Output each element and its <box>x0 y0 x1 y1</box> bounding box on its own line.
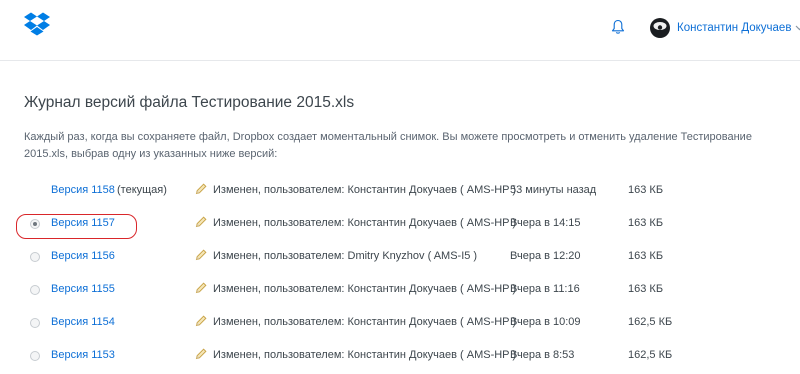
page-title: Журнал версий файла Тестирование 2015.xl… <box>24 94 355 111</box>
version-time: Вчера в 14:15 <box>510 217 581 229</box>
chevron-down-icon[interactable] <box>795 25 800 31</box>
top-bar: Константин Докучаев <box>0 0 800 61</box>
pencil-icon <box>195 183 207 195</box>
version-time: Вчера в 12:20 <box>510 250 581 262</box>
pencil-icon <box>195 348 207 360</box>
version-row-1157: Версия 1157 Изменен, пользователем: Конс… <box>0 209 800 242</box>
current-version-label: (текущая) <box>117 184 167 196</box>
dropbox-logo[interactable] <box>24 12 50 36</box>
version-editor: Изменен, пользователем: Константин Докуч… <box>213 316 517 328</box>
version-editor: Изменен, пользователем: Константин Докуч… <box>213 283 517 295</box>
pencil-icon <box>195 216 207 228</box>
version-row-1155: Версия 1155 Изменен, пользователем: Конс… <box>0 275 800 308</box>
version-radio[interactable] <box>30 252 40 262</box>
version-radio[interactable] <box>30 285 40 295</box>
pencil-icon <box>195 315 207 327</box>
version-editor: Изменен, пользователем: Константин Докуч… <box>213 184 517 196</box>
version-editor: Изменен, пользователем: Константин Докуч… <box>213 349 517 361</box>
version-size: 162,5 КБ <box>628 349 673 361</box>
version-time: 53 минуты назад <box>510 184 597 196</box>
version-size: 163 КБ <box>628 184 664 196</box>
version-editor: Изменен, пользователем: Константин Докуч… <box>213 217 517 229</box>
version-time: Вчера в 8:53 <box>510 349 575 361</box>
pencil-icon <box>195 249 207 261</box>
version-link[interactable]: Версия 1156 <box>51 250 115 262</box>
version-size: 163 КБ <box>628 283 664 295</box>
version-row-1156: Версия 1156 Изменен, пользователем: Dmit… <box>0 242 800 275</box>
version-time: Вчера в 11:16 <box>510 283 580 295</box>
version-link[interactable]: Версия 1155 <box>51 283 115 295</box>
version-link[interactable]: Версия 1154 <box>51 316 115 328</box>
version-radio[interactable] <box>30 219 40 229</box>
version-link[interactable]: Версия 1153 <box>51 349 115 361</box>
version-radio[interactable] <box>30 318 40 328</box>
bell-icon[interactable] <box>611 19 625 35</box>
version-size: 163 КБ <box>628 217 664 229</box>
version-row-1154: Версия 1154 Изменен, пользователем: Конс… <box>0 308 800 341</box>
version-row-1153: Версия 1153 Изменен, пользователем: Конс… <box>0 341 800 374</box>
version-size: 162,5 КБ <box>628 316 673 328</box>
version-link[interactable]: Версия 1158 <box>51 184 115 196</box>
version-row-1158: Версия 1158 (текущая) Изменен, пользоват… <box>0 176 800 209</box>
user-avatar <box>650 18 670 38</box>
pencil-icon <box>195 282 207 294</box>
version-size: 163 КБ <box>628 250 664 262</box>
user-name[interactable]: Константин Докучаев <box>677 22 791 34</box>
version-time: Вчера в 10:09 <box>510 316 581 328</box>
version-link[interactable]: Версия 1157 <box>51 217 115 229</box>
page-description: Каждый раз, когда вы сохраняете файл, Dr… <box>24 131 752 160</box>
user-menu[interactable]: Константин Докучаев <box>650 16 800 40</box>
version-editor: Изменен, пользователем: Dmitry Knyzhov (… <box>213 250 478 262</box>
